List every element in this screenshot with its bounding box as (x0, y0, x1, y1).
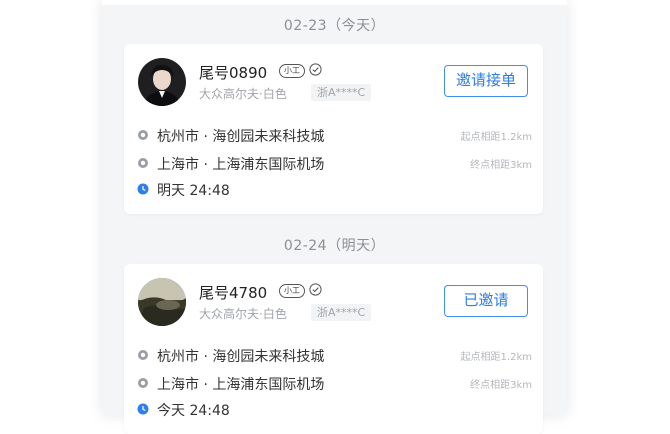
level-badge: 小工 (279, 284, 305, 298)
driver-card[interactable]: 尾号4780 小工 大众高尔夫·白色 浙A****C 已邀请 杭州市 · 海创园… (124, 264, 543, 434)
clock-icon (137, 403, 149, 415)
clock-icon (137, 183, 149, 195)
origin-dot-icon (138, 350, 148, 360)
origin-dot-icon (138, 130, 148, 140)
destination-dot-icon (138, 158, 148, 168)
verified-check-icon (309, 283, 322, 296)
driver-name: 尾号0890 (199, 64, 268, 82)
car-description: 大众高尔夫·白色 (199, 307, 287, 321)
origin-text: 杭州市 · 海创园未来科技城 (157, 349, 325, 365)
origin-text: 杭州市 · 海创园未来科技城 (157, 129, 325, 145)
license-plate: 浙A****C (311, 304, 372, 321)
date-header: 02-23（今天） (283, 18, 386, 34)
car-description: 大众高尔夫·白色 (199, 87, 287, 101)
time-row: 明天 24:48 (137, 180, 532, 199)
date-header: 02-24（明天） (283, 238, 386, 254)
origin-row: 杭州市 · 海创园未来科技城 起点相距1.2km (137, 126, 532, 145)
destination-row: 上海市 · 上海浦东国际机场 终点相距3km (137, 154, 532, 173)
top-edge (102, 0, 567, 5)
destination-distance: 终点相距3km (470, 160, 532, 171)
origin-distance: 起点相距1.2km (460, 352, 532, 363)
destination-dot-icon (138, 378, 148, 388)
destination-distance: 终点相距3km (470, 380, 532, 391)
level-badge: 小工 (279, 64, 305, 78)
destination-text: 上海市 · 上海浦东国际机场 (157, 157, 325, 173)
departure-time: 今天 24:48 (157, 403, 230, 419)
time-row: 今天 24:48 (137, 400, 532, 419)
trip-list-screen: 02-23（今天） 尾号0890 小工 大众高尔夫·白色 浙A****C 邀请接… (102, 0, 567, 434)
driver-avatar (138, 278, 186, 326)
origin-row: 杭州市 · 海创园未来科技城 起点相距1.2km (137, 346, 532, 365)
invited-button[interactable]: 已邀请 (444, 285, 528, 317)
invite-order-button[interactable]: 邀请接单 (444, 65, 528, 97)
license-plate: 浙A****C (311, 84, 372, 101)
driver-card[interactable]: 尾号0890 小工 大众高尔夫·白色 浙A****C 邀请接单 杭州市 · 海创… (124, 44, 543, 214)
driver-name: 尾号4780 (199, 284, 268, 302)
driver-avatar (138, 58, 186, 106)
destination-text: 上海市 · 上海浦东国际机场 (157, 377, 325, 393)
destination-row: 上海市 · 上海浦东国际机场 终点相距3km (137, 374, 532, 393)
origin-distance: 起点相距1.2km (460, 132, 532, 143)
verified-check-icon (309, 63, 322, 76)
departure-time: 明天 24:48 (157, 183, 230, 199)
